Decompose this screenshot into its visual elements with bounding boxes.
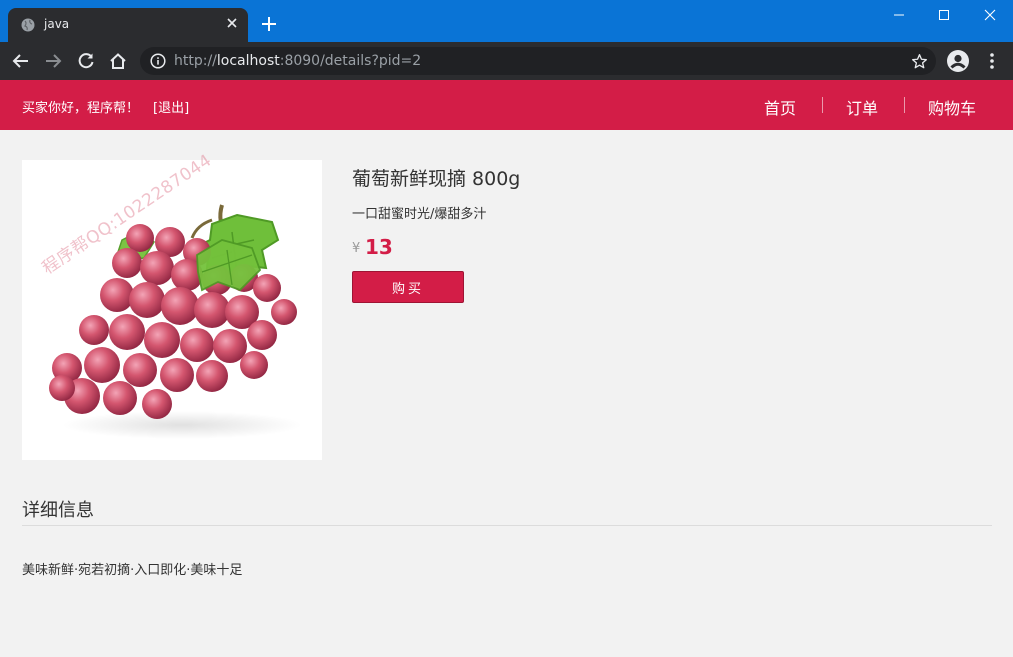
browser-tab[interactable]: java	[8, 8, 248, 42]
logout-link[interactable]: [退出]	[153, 97, 189, 116]
url-host: localhost	[216, 53, 280, 69]
more-vert-icon[interactable]	[984, 52, 1000, 70]
reload-icon[interactable]	[76, 51, 96, 71]
product-subtitle: 一口甜蜜时光/爆甜多汁	[352, 207, 487, 222]
url-path: :8090/details?pid=2	[279, 53, 422, 69]
forward-arrow-icon[interactable]	[43, 51, 63, 71]
globe-icon	[21, 18, 35, 32]
window-close-icon[interactable]	[983, 8, 997, 22]
address-bar[interactable]: http://localhost:8090/details?pid=2	[140, 47, 936, 75]
plus-icon[interactable]	[260, 15, 278, 33]
details-heading: 详细信息	[22, 500, 94, 521]
site-header: 买家你好，程序帮！ [退出] 首页 订单 购物车	[0, 80, 1013, 130]
grape-illustration	[49, 204, 302, 439]
browser-titlebar: java	[0, 0, 1013, 42]
product-image	[22, 160, 322, 460]
nav-cart[interactable]: 购物车	[928, 95, 976, 119]
user-greeting: 买家你好，程序帮！	[22, 101, 140, 116]
star-icon[interactable]	[911, 53, 928, 70]
nav-home[interactable]: 首页	[764, 95, 796, 119]
back-arrow-icon[interactable]	[11, 51, 31, 71]
nav-divider	[822, 97, 823, 113]
section-divider	[22, 525, 992, 526]
minimize-icon[interactable]	[892, 8, 906, 22]
url-prefix: http://	[174, 53, 217, 69]
nav-orders[interactable]: 订单	[846, 95, 878, 119]
tab-title: java	[44, 17, 70, 31]
maximize-icon[interactable]	[937, 8, 951, 22]
buy-button[interactable]: 购买	[352, 271, 464, 303]
product-title: 葡萄新鲜现摘 800g	[352, 168, 521, 190]
nav-divider	[904, 97, 905, 113]
product-price: 13	[365, 235, 393, 259]
profile-icon[interactable]	[947, 50, 969, 72]
url-text[interactable]: http://localhost:8090/details?pid=2	[174, 53, 421, 69]
browser-toolbar: http://localhost:8090/details?pid=2	[0, 42, 1013, 80]
home-icon[interactable]	[108, 51, 128, 71]
details-text: 美味新鲜·宛若初摘·入口即化·美味十足	[22, 563, 243, 578]
price-currency: ¥	[352, 241, 361, 256]
close-icon[interactable]	[224, 15, 240, 31]
info-icon[interactable]	[150, 53, 166, 69]
